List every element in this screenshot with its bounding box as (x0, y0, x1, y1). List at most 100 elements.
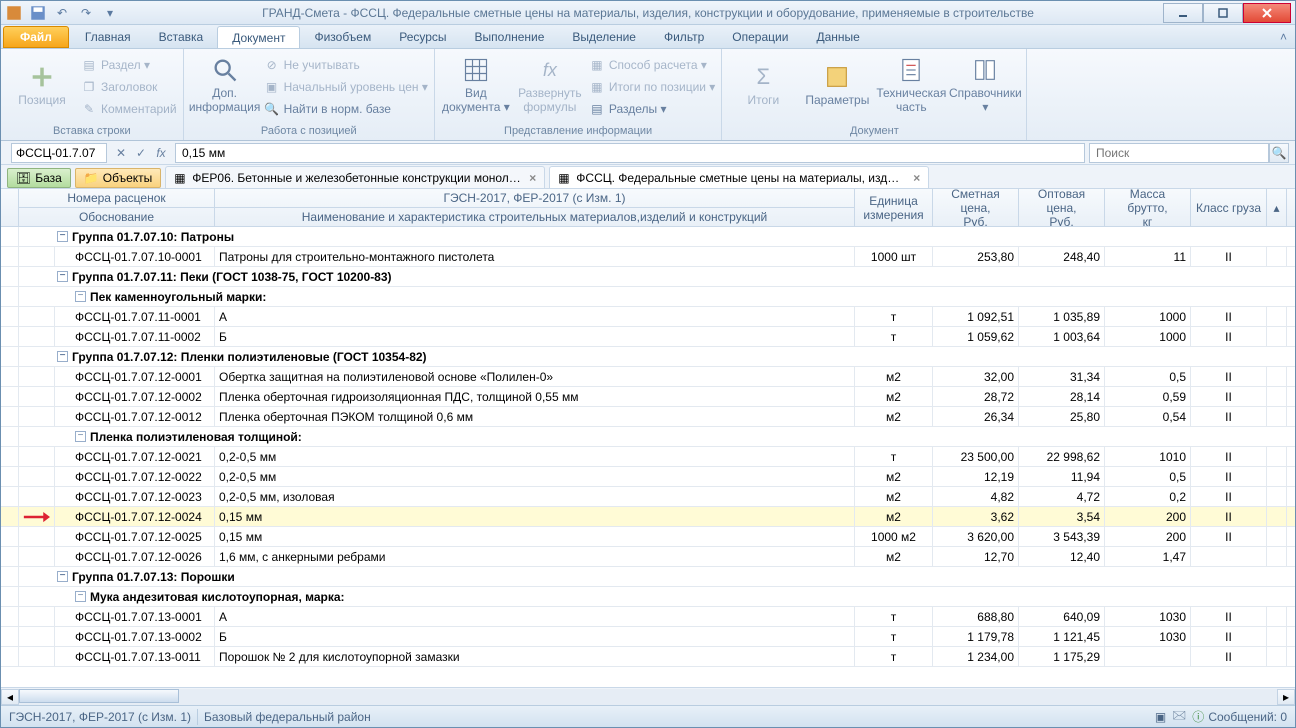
menu-tab-операции[interactable]: Операции (718, 25, 802, 48)
cell-price2: 4,72 (1019, 487, 1105, 506)
collapse-icon[interactable]: − (75, 591, 86, 602)
menu-tab-вставка[interactable]: Вставка (145, 25, 218, 48)
header-basis[interactable]: Обоснование (19, 208, 214, 226)
status-icon[interactable]: ▣ (1155, 710, 1166, 724)
document-tab[interactable]: ▦ФЕР06. Бетонные и железобетонные констр… (165, 166, 545, 188)
table-row[interactable]: ФССЦ-01.7.07.11-0002Бт1 059,621 003,6410… (1, 327, 1295, 347)
collapse-icon[interactable]: − (57, 271, 68, 282)
cell-code: ФССЦ-01.7.07.12-0012 (55, 407, 215, 426)
header-price2[interactable]: Оптовая цена, Руб. (1019, 189, 1104, 226)
sections-button[interactable]: ▤Разделы ▾ (589, 99, 715, 119)
cell-price1: 253,80 (933, 247, 1019, 266)
header-name[interactable]: Наименование и характеристика строительн… (215, 208, 854, 226)
close-tab-icon[interactable]: × (529, 171, 536, 185)
table-row[interactable]: ФССЦ-01.7.07.13-0011Порошок № 2 для кисл… (1, 647, 1295, 667)
info-button[interactable]: Доп. информация (190, 51, 260, 119)
menu-tab-главная[interactable]: Главная (71, 25, 145, 48)
collapse-icon[interactable]: − (75, 291, 86, 302)
table-row[interactable]: −Пленка полиэтиленовая толщиной: (1, 427, 1295, 447)
section-button[interactable]: ▤Раздел ▾ (81, 55, 177, 75)
table-row[interactable]: ФССЦ-01.7.07.12-00250,15 мм1000 м23 620,… (1, 527, 1295, 547)
header-mass[interactable]: Масса брутто, кг (1105, 189, 1190, 226)
confirm-edit-icon[interactable]: ✓ (131, 143, 151, 163)
grid-body[interactable]: −Группа 01.7.07.10: ПатроныФССЦ-01.7.07.… (1, 227, 1295, 687)
cell-mass: 1030 (1105, 607, 1191, 626)
formula-input[interactable] (175, 143, 1085, 163)
scroll-thumb[interactable] (19, 689, 179, 703)
table-row[interactable]: ФССЦ-01.7.07.10-0001Патроны для строител… (1, 247, 1295, 267)
menu-tab-документ[interactable]: Документ (217, 26, 300, 48)
scroll-left-icon[interactable]: ◂ (1, 689, 19, 705)
maximize-button[interactable] (1203, 3, 1243, 23)
comment-button[interactable]: ✎Комментарий (81, 99, 177, 119)
header-class[interactable]: Класс груза (1191, 189, 1266, 226)
menu-tab-выполнение[interactable]: Выполнение (461, 25, 559, 48)
table-row[interactable]: −Пек каменноугольный марки: (1, 287, 1295, 307)
objects-button[interactable]: 📁Объекты (75, 168, 161, 188)
document-tab[interactable]: ▦ФССЦ. Федеральные сметные цены на матер… (549, 166, 929, 188)
horizontal-scrollbar[interactable]: ◂ ▸ (1, 687, 1295, 705)
expand-formulas-button[interactable]: fx Развернуть формулы (515, 51, 585, 119)
pos-totals-button[interactable]: ▦Итоги по позиции ▾ (589, 77, 715, 97)
header-unit[interactable]: Единица измерения (855, 189, 932, 226)
ribbon-collapse-icon[interactable]: ˄ (1272, 25, 1295, 48)
price-level-button[interactable]: ▣Начальный уровень цен ▾ (264, 77, 428, 97)
collapse-icon[interactable]: − (57, 351, 68, 362)
menu-tab-данные[interactable]: Данные (802, 25, 873, 48)
table-row[interactable]: ФССЦ-01.7.07.12-0002Пленка оберточная ги… (1, 387, 1295, 407)
header-codes[interactable]: Номера расценок (19, 189, 214, 208)
file-tab[interactable]: Файл (3, 26, 69, 48)
header-price1[interactable]: Сметная цена, Руб. (933, 189, 1018, 226)
table-row[interactable]: ФССЦ-01.7.07.13-0002Бт1 179,781 121,4510… (1, 627, 1295, 647)
menu-tab-выделение[interactable]: Выделение (558, 25, 650, 48)
table-row[interactable]: ФССЦ-01.7.07.13-0001Ат688,80640,091030II (1, 607, 1295, 627)
calc-method-button[interactable]: ▦Способ расчета ▾ (589, 55, 715, 75)
collapse-icon[interactable]: − (75, 431, 86, 442)
reference-button[interactable]: Справочники ▾ (950, 51, 1020, 119)
fx-button[interactable]: fx (151, 143, 171, 163)
collapse-icon[interactable]: − (57, 571, 68, 582)
menu-tab-физобъем[interactable]: Физобъем (300, 25, 385, 48)
table-row[interactable]: ФССЦ-01.7.07.12-00210,2-0,5 ммт23 500,00… (1, 447, 1295, 467)
menu-tab-фильтр[interactable]: Фильтр (650, 25, 718, 48)
messages-indicator[interactable]: ⓘ Сообщений: 0 (1192, 708, 1287, 725)
close-button[interactable] (1243, 3, 1291, 23)
table-row[interactable]: −Группа 01.7.07.13: Порошки (1, 567, 1295, 587)
cancel-edit-icon[interactable]: ✕ (111, 143, 131, 163)
params-button[interactable]: Параметры (802, 51, 872, 119)
redo-icon[interactable]: ↷ (77, 4, 95, 22)
totals-button[interactable]: ΣИтоги (728, 51, 798, 119)
table-row[interactable]: ФССЦ-01.7.07.12-00220,2-0,5 ммм212,1911,… (1, 467, 1295, 487)
header-button[interactable]: ❐Заголовок (81, 77, 177, 97)
undo-icon[interactable]: ↶ (53, 4, 71, 22)
save-icon[interactable] (29, 4, 47, 22)
find-norm-button[interactable]: 🔍Найти в норм. базе (264, 99, 428, 119)
table-row[interactable]: −Группа 01.7.07.10: Патроны (1, 227, 1295, 247)
scroll-right-icon[interactable]: ▸ (1277, 689, 1295, 705)
table-row[interactable]: −Группа 01.7.07.11: Пеки (ГОСТ 1038-75, … (1, 267, 1295, 287)
view-button[interactable]: Вид документа ▾ (441, 51, 511, 119)
techpart-button[interactable]: Техническая часть (876, 51, 946, 119)
table-row[interactable]: −Мука андезитовая кислотоупорная, марка: (1, 587, 1295, 607)
close-tab-icon[interactable]: × (913, 171, 920, 185)
search-input[interactable] (1089, 143, 1269, 163)
table-row[interactable]: ФССЦ-01.7.07.12-0012Пленка оберточная ПЭ… (1, 407, 1295, 427)
table-row[interactable]: ФССЦ-01.7.07.12-00230,2-0,5 мм, изоловая… (1, 487, 1295, 507)
table-row[interactable]: ФССЦ-01.7.07.12-00240,15 ммм23,623,54200… (1, 507, 1295, 527)
minimize-button[interactable] (1163, 3, 1203, 23)
scroll-up-icon[interactable]: ▴ (1267, 189, 1286, 226)
ignore-button[interactable]: ⊘Не учитывать (264, 55, 428, 75)
collapse-icon[interactable]: − (57, 231, 68, 242)
table-row[interactable]: −Группа 01.7.07.12: Пленки полиэтиленовы… (1, 347, 1295, 367)
menu-tab-ресурсы[interactable]: Ресурсы (385, 25, 460, 48)
header-norm[interactable]: ГЭСН-2017, ФЕР-2017 (с Изм. 1) (215, 189, 854, 208)
table-row[interactable]: ФССЦ-01.7.07.11-0001Ат1 092,511 035,8910… (1, 307, 1295, 327)
database-button[interactable]: 🗄База (7, 168, 71, 188)
cell-reference[interactable]: ФССЦ-01.7.07 (11, 143, 107, 163)
search-button[interactable]: 🔍 (1269, 143, 1289, 163)
qat-dropdown-icon[interactable]: ▾ (101, 4, 119, 22)
table-row[interactable]: ФССЦ-01.7.07.12-00261,6 мм, с анкерными … (1, 547, 1295, 567)
status-icon[interactable]: 🖂 (1172, 706, 1186, 727)
table-row[interactable]: ФССЦ-01.7.07.12-0001Обертка защитная на … (1, 367, 1295, 387)
position-button[interactable]: Позиция (7, 51, 77, 119)
